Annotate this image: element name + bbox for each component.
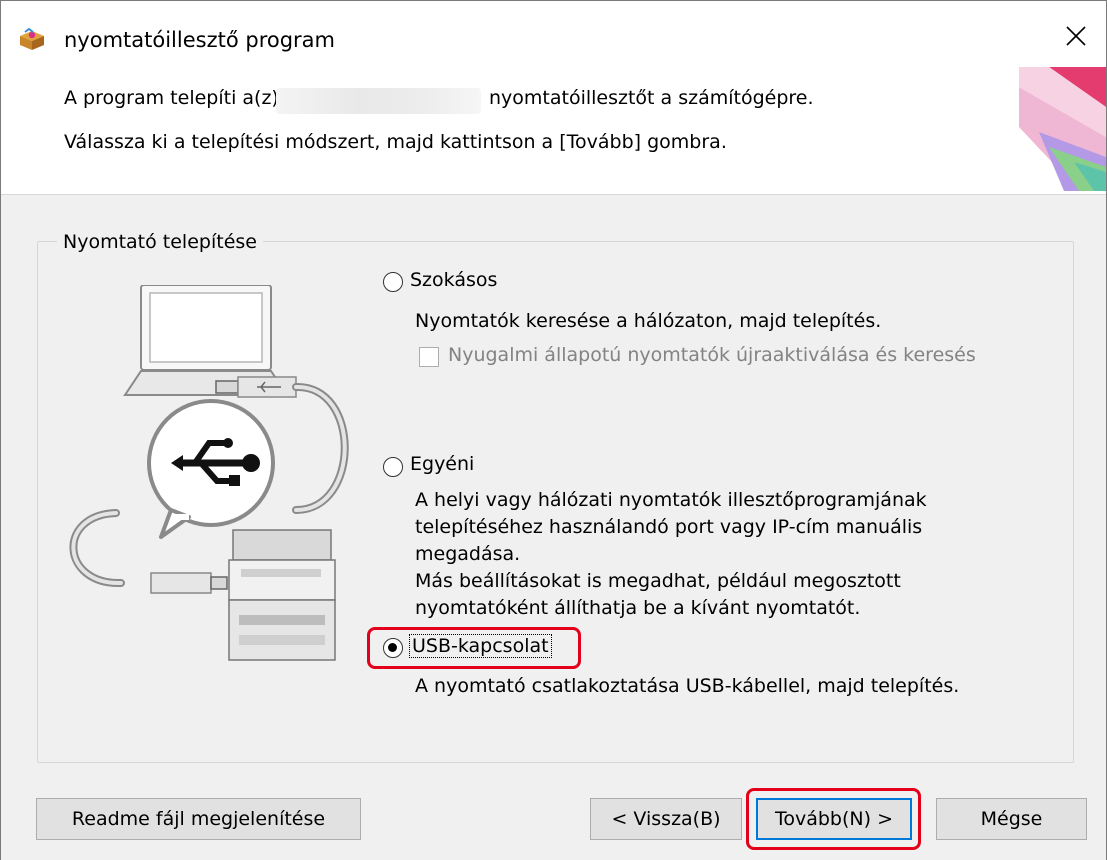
decorative-banner-graphic (1019, 67, 1106, 191)
dialog-body: Nyomtató telepítése Szokásos Nyomtatók k… (1, 194, 1106, 860)
option-custom-description-5: nyomtatóként állíthatja be a kívánt nyom… (415, 597, 861, 619)
header-line-2: Válassza ki a telepítési módszert, majd … (64, 131, 727, 153)
option-usb-description: A nyomtató csatlakoztatása USB-kábellel,… (415, 675, 960, 697)
cancel-button[interactable]: Mégse (936, 798, 1087, 840)
option-standard-label[interactable]: Szokásos (410, 269, 497, 291)
option-usb-label[interactable]: USB-kapcsolat (409, 634, 552, 658)
title-bar: nyomtatóillesztő program (1, 1, 1106, 73)
header-line-1-end: nyomtatóillesztőt a számítógépre. (489, 87, 814, 109)
close-button[interactable] (1046, 11, 1106, 61)
installer-package-icon (20, 27, 44, 50)
readme-button[interactable]: Readme fájl megjelenítése (36, 798, 361, 840)
option-custom-description-4: Más beállításokat is megadhat, például m… (415, 570, 901, 592)
option-custom-label[interactable]: Egyéni (410, 453, 474, 475)
header-line-1-start: A program telepíti a(z) (64, 87, 279, 109)
option-custom-description-2: telepítéséhez használandó port vagy IP-c… (415, 516, 923, 538)
radio-usb-connection[interactable] (383, 638, 403, 658)
radio-custom[interactable] (383, 457, 403, 477)
printer-name-redacted (276, 88, 481, 114)
option-custom-description-3: megadása. (415, 543, 521, 565)
back-button[interactable]: < Vissza(B) (590, 798, 742, 840)
close-icon (1066, 26, 1086, 46)
checkbox-reactivate-label[interactable]: Nyugalmi állapotú nyomtatók újraaktiválá… (448, 342, 976, 369)
usb-connection-illustration (69, 285, 349, 661)
installer-window: nyomtatóillesztő program A program telep… (0, 0, 1107, 860)
checkbox-reactivate-sleeping-printers[interactable] (419, 347, 439, 367)
group-label: Nyomtató telepítése (57, 231, 263, 253)
window-title: nyomtatóillesztő program (64, 28, 336, 52)
next-button[interactable]: Tovább(N) > (756, 798, 912, 840)
option-standard-description: Nyomtatók keresése a hálózaton, majd tel… (415, 310, 882, 332)
radio-standard[interactable] (383, 272, 403, 292)
option-custom-description-1: A helyi vagy hálózati nyomtatók illesztő… (415, 489, 927, 511)
